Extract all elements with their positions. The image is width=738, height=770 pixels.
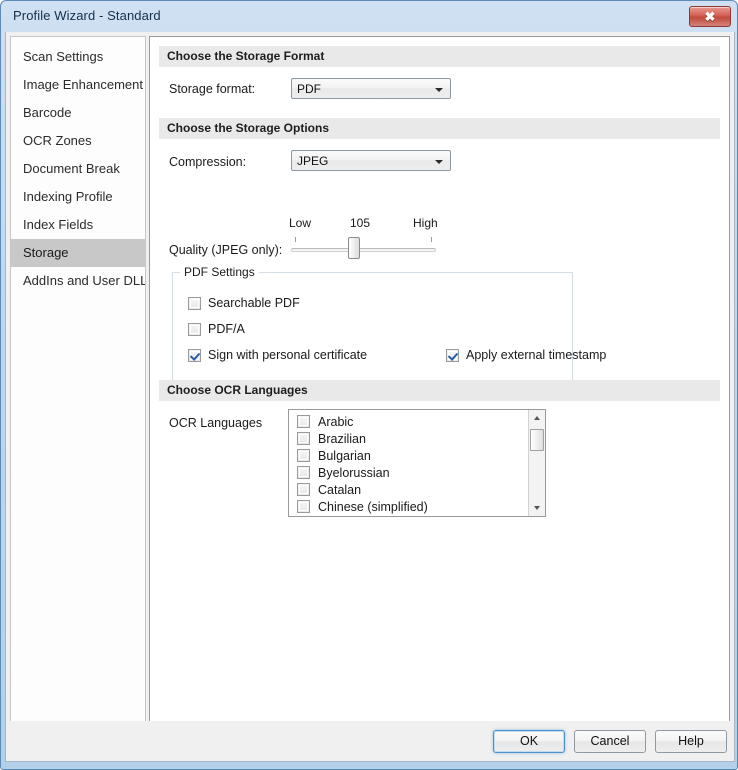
slider-track[interactable] — [291, 248, 436, 252]
section-header-storage-options-label: Choose the Storage Options — [167, 121, 330, 135]
checkbox-apply-external-timestamp[interactable]: Apply external timestamp — [446, 348, 606, 362]
slider-tick-low — [295, 237, 296, 242]
window-title: Profile Wizard - Standard — [13, 8, 161, 23]
slider-thumb[interactable] — [348, 237, 360, 259]
ok-button[interactable]: OK — [493, 730, 565, 753]
checkbox-icon — [297, 449, 310, 462]
list-item[interactable]: Arabic — [289, 413, 527, 430]
sidebar-item-storage[interactable]: Storage — [11, 239, 145, 267]
close-button[interactable]: ✖ — [689, 6, 731, 27]
checkbox-icon — [297, 415, 310, 428]
scroll-down-button[interactable] — [529, 499, 545, 516]
content-panel: Choose the Storage Format Storage format… — [149, 36, 730, 725]
quality-label: Quality (JPEG only): — [169, 243, 283, 257]
pdf-settings-title: PDF Settings — [180, 265, 259, 279]
profile-wizard-window: Profile Wizard - Standard ✖ Scan Setting… — [0, 0, 738, 770]
checkbox-icon — [297, 500, 310, 513]
chevron-down-icon — [534, 506, 540, 510]
client-area: Scan Settings Image Enhancement Barcode OCR… — [5, 32, 735, 762]
checkbox-icon — [297, 483, 310, 496]
quality-slider[interactable] — [291, 233, 436, 261]
sidebar-item-addins-and-user-dlls[interactable]: AddIns and User DLLs — [11, 267, 145, 295]
storage-format-label: Storage format: — [169, 82, 256, 96]
cancel-button[interactable]: Cancel — [574, 730, 646, 753]
scrollbar-thumb[interactable] — [530, 429, 544, 451]
close-icon: ✖ — [704, 9, 716, 24]
sidebar-item-scan-settings[interactable]: Scan Settings — [11, 43, 145, 71]
list-item[interactable]: Catalan — [289, 481, 527, 498]
list-item[interactable]: Bulgarian — [289, 447, 527, 464]
sidebar-item-indexing-profile[interactable]: Indexing Profile — [11, 183, 145, 211]
quality-low-label: Low — [289, 216, 312, 230]
list-item-label: Chinese (simplified) — [318, 499, 428, 514]
ocr-languages-listbox[interactable]: Arabic Brazilian Bulgarian Byelorussian — [288, 409, 546, 517]
list-item-label: Byelorussian — [318, 465, 390, 480]
list-item[interactable]: Chinese (simplified) — [289, 498, 527, 515]
navigation-sidebar: Scan Settings Image Enhancement Barcode OCR… — [10, 36, 146, 725]
section-header-storage-format: Choose the Storage Format — [159, 46, 720, 67]
storage-format-dropdown[interactable]: PDF — [291, 78, 451, 99]
chevron-down-icon — [435, 160, 443, 164]
list-item-label: Bulgarian — [318, 448, 371, 463]
storage-format-value: PDF — [297, 82, 321, 96]
list-item[interactable]: Byelorussian — [289, 464, 527, 481]
sidebar-item-ocr-zones[interactable]: OCR Zones — [11, 127, 145, 155]
scroll-up-button[interactable] — [529, 410, 545, 427]
checkbox-apply-external-timestamp-label: Apply external timestamp — [466, 348, 607, 362]
checkbox-sign-with-personal-certificate-label: Sign with personal certificate — [208, 348, 368, 362]
help-button[interactable]: Help — [655, 730, 727, 753]
checkbox-searchable-pdf-label: Searchable PDF — [208, 296, 300, 310]
checkbox-icon — [188, 296, 201, 310]
checkbox-pdf-a-label: PDF/A — [208, 322, 245, 336]
title-bar: Profile Wizard - Standard ✖ — [1, 1, 737, 32]
checkbox-sign-with-personal-certificate[interactable]: Sign with personal certificate — [188, 348, 367, 362]
chevron-up-icon — [534, 416, 540, 420]
list-item[interactable]: Brazilian — [289, 430, 527, 447]
sidebar-item-barcode[interactable]: Barcode — [11, 99, 145, 127]
quality-high-label: High — [413, 216, 438, 230]
ocr-languages-list: Arabic Brazilian Bulgarian Byelorussian — [289, 413, 527, 515]
checkbox-icon — [188, 322, 201, 336]
checkbox-searchable-pdf[interactable]: Searchable PDF — [188, 296, 300, 310]
section-header-ocr-languages-label: Choose OCR Languages — [167, 383, 308, 397]
slider-tick-high — [431, 237, 432, 242]
listbox-scrollbar[interactable] — [528, 410, 545, 516]
checkbox-checked-icon — [446, 348, 459, 362]
sidebar-item-index-fields[interactable]: Index Fields — [11, 211, 145, 239]
quality-value-label: 105 — [350, 216, 371, 230]
list-item-label: Brazilian — [318, 431, 366, 446]
section-header-ocr-languages: Choose OCR Languages — [159, 380, 720, 401]
compression-dropdown[interactable]: JPEG — [291, 150, 451, 171]
compression-label: Compression: — [169, 155, 247, 169]
section-header-storage-options: Choose the Storage Options — [159, 118, 720, 139]
checkbox-checked-icon — [188, 348, 201, 362]
list-item-label: Catalan — [318, 482, 362, 497]
sidebar-item-document-break[interactable]: Document Break — [11, 155, 145, 183]
checkbox-icon — [297, 466, 310, 479]
dialog-button-bar: OK Cancel Help — [6, 721, 734, 761]
checkbox-pdf-a[interactable]: PDF/A — [188, 322, 245, 336]
section-header-storage-format-label: Choose the Storage Format — [167, 49, 325, 63]
chevron-down-icon — [435, 88, 443, 92]
checkbox-icon — [297, 432, 310, 445]
compression-value: JPEG — [297, 154, 329, 168]
sidebar-item-image-enhancement[interactable]: Image Enhancement — [11, 71, 145, 99]
ocr-languages-label: OCR Languages — [169, 416, 263, 430]
list-item-label: Arabic — [318, 414, 354, 429]
